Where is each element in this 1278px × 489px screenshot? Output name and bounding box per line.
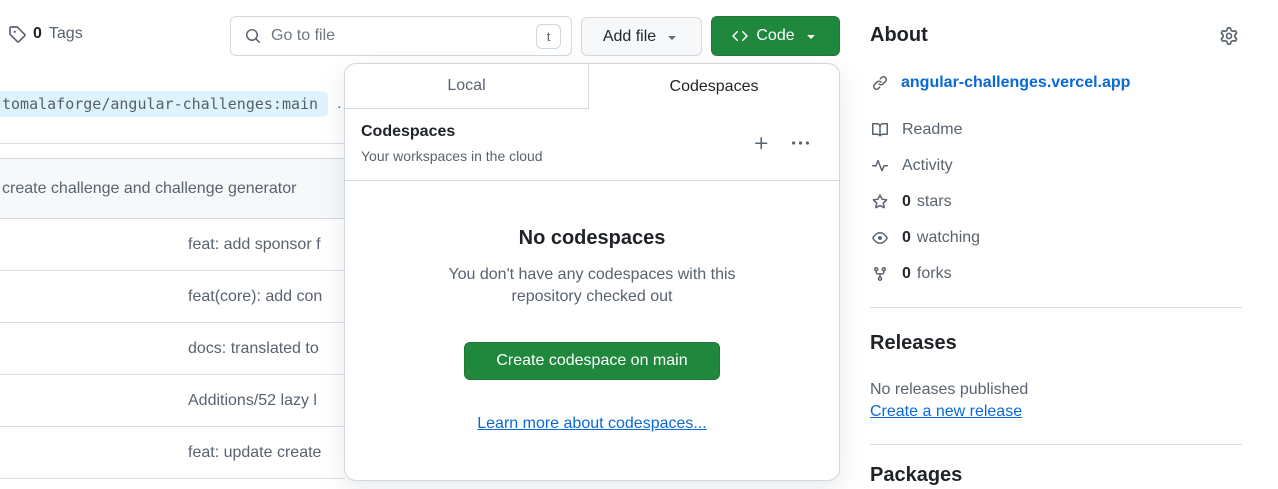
website-url[interactable]: angular-challenges.vercel.app	[901, 74, 1130, 92]
watching-label: watching	[917, 229, 980, 247]
tab-codespaces-label: Codespaces	[670, 78, 759, 96]
forks-label: forks	[917, 265, 952, 283]
table-row[interactable]: feat: update create	[0, 427, 345, 479]
book-icon	[872, 122, 888, 138]
repo-sidebar: About angular-challenges.vercel.app Read…	[860, 0, 1278, 489]
forks-count: 0	[902, 265, 911, 283]
commit-message-link[interactable]: feat: add sponsor f	[188, 236, 321, 254]
watching-count: 0	[902, 229, 911, 247]
codespaces-header: Codespaces Your workspaces in the cloud	[345, 109, 839, 181]
watching-link[interactable]: 0 watching	[872, 220, 980, 256]
create-codespace-button[interactable]: Create codespace on main	[464, 342, 720, 380]
create-release-link[interactable]: Create a new release	[870, 403, 1022, 421]
kebab-horizontal-icon	[792, 135, 809, 152]
sidebar-divider	[870, 307, 1242, 308]
empty-state-title: No codespaces	[519, 227, 666, 250]
table-row[interactable]: feat(core): add con	[0, 271, 345, 323]
activity-link[interactable]: Activity	[872, 148, 980, 184]
stars-link[interactable]: 0 stars	[872, 184, 980, 220]
plus-icon	[753, 135, 770, 152]
tags-label: Tags	[49, 25, 83, 43]
go-to-file-input[interactable]: Go to file t	[230, 16, 572, 56]
codespaces-title: Codespaces	[361, 123, 543, 141]
popover-tab-bar: Local Codespaces	[345, 64, 839, 109]
packages-heading[interactable]: Packages	[870, 464, 962, 487]
tab-local-label: Local	[447, 77, 485, 95]
shortcut-key-badge: t	[536, 24, 561, 49]
stars-label: stars	[917, 193, 952, 211]
repo-ref-code: tomalaforge/angular-challenges:main	[0, 91, 328, 117]
tags-count: 0	[33, 25, 42, 43]
table-row[interactable]: feat: add sponsor f	[0, 219, 345, 271]
commit-message-link[interactable]: feat: update create	[188, 444, 321, 462]
code-dropdown-popover: Local Codespaces Codespaces Your workspa…	[344, 63, 840, 481]
about-meta-list: Readme Activity 0 stars 0 watching	[872, 112, 980, 292]
readme-label: Readme	[902, 121, 962, 139]
branch-line-suffix: .	[337, 95, 341, 113]
search-placeholder: Go to file	[271, 27, 526, 45]
latest-commit-message[interactable]: create challenge and challenge generator	[2, 180, 296, 198]
website-link[interactable]: angular-challenges.vercel.app	[872, 74, 1130, 92]
pulse-icon	[872, 158, 888, 174]
latest-commit-bar[interactable]: create challenge and challenge generator	[0, 159, 345, 219]
search-icon	[245, 28, 261, 44]
tab-codespaces[interactable]: Codespaces	[589, 64, 839, 109]
fork-icon	[872, 266, 888, 282]
tag-icon	[8, 25, 26, 43]
star-icon	[872, 194, 888, 210]
commit-message-link[interactable]: docs: translated to	[188, 340, 319, 358]
codespaces-subtitle: Your workspaces in the cloud	[361, 148, 543, 164]
edit-repo-settings-button[interactable]	[1220, 27, 1238, 45]
eye-icon	[872, 230, 888, 246]
codespaces-options-button[interactable]	[792, 135, 809, 152]
gear-icon	[1220, 27, 1238, 45]
table-row[interactable]: Additions/52 lazy l	[0, 375, 345, 427]
commit-message-link[interactable]: feat(core): add con	[188, 288, 322, 306]
add-file-button[interactable]: Add file	[581, 17, 702, 56]
stars-count: 0	[902, 193, 911, 211]
section-divider	[0, 143, 345, 144]
code-button[interactable]: Code	[711, 16, 840, 56]
tab-local[interactable]: Local	[345, 64, 589, 109]
tags-counter[interactable]: 0 Tags	[8, 25, 83, 43]
table-row[interactable]: docs: translated to	[0, 323, 345, 375]
learn-more-link[interactable]: Learn more about codespaces...	[477, 415, 706, 433]
forks-link[interactable]: 0 forks	[872, 256, 980, 292]
about-heading: About	[870, 24, 928, 47]
readme-link[interactable]: Readme	[872, 112, 980, 148]
new-codespace-button[interactable]	[753, 135, 770, 152]
chevron-down-icon	[664, 29, 680, 45]
code-button-label: Code	[756, 27, 794, 45]
empty-state-description: You don't have any codespaces with this …	[432, 264, 752, 308]
releases-empty-text: No releases published	[870, 381, 1028, 399]
sidebar-divider	[870, 444, 1242, 445]
chevron-down-icon	[803, 28, 819, 44]
activity-label: Activity	[902, 157, 953, 175]
code-icon	[732, 28, 748, 44]
commit-message-link[interactable]: Additions/52 lazy l	[188, 392, 317, 410]
releases-heading[interactable]: Releases	[870, 332, 957, 355]
add-file-label: Add file	[603, 28, 656, 46]
branch-reference-line: tomalaforge/angular-challenges:main .	[0, 91, 342, 117]
codespaces-empty-state: No codespaces You don't have any codespa…	[345, 181, 839, 433]
file-table: create challenge and challenge generator…	[0, 158, 345, 479]
link-icon	[872, 75, 888, 91]
